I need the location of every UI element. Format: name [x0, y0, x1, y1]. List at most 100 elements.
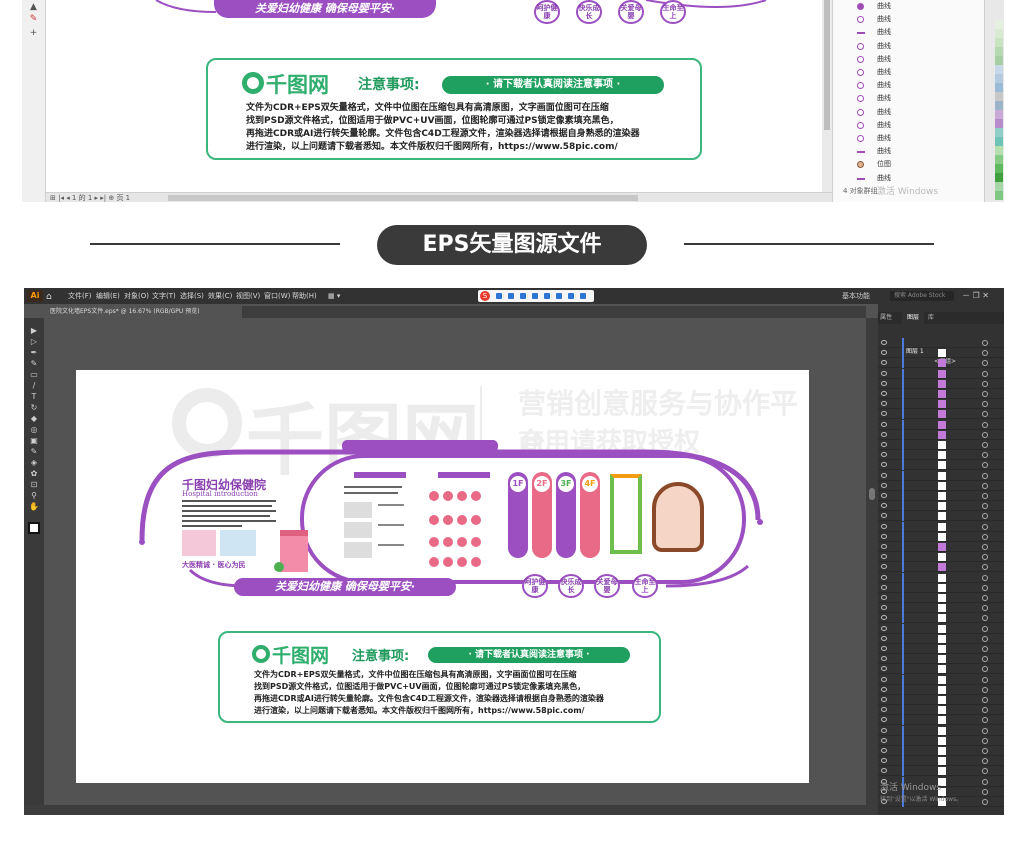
object-row[interactable]: 曲线	[857, 13, 977, 26]
visibility-eye-icon[interactable]	[881, 442, 887, 447]
ime-icon[interactable]	[496, 293, 502, 299]
workspace-switcher[interactable]: 基本功能	[842, 288, 870, 304]
target-circle-icon[interactable]	[982, 442, 988, 448]
target-circle-icon[interactable]	[982, 452, 988, 459]
menu-file[interactable]: 文件(F)	[68, 288, 92, 304]
target-circle-icon[interactable]	[982, 635, 988, 642]
color-swatch[interactable]	[995, 173, 1003, 182]
menu-effect[interactable]: 效果(C)	[208, 288, 232, 304]
target-circle-icon[interactable]	[982, 340, 988, 346]
menu-view[interactable]: 视图(V)	[236, 288, 260, 304]
color-swatch[interactable]	[995, 20, 1003, 29]
menu-object[interactable]: 对象(O)	[124, 288, 149, 304]
visibility-eye-icon[interactable]	[881, 482, 887, 488]
layer-row[interactable]	[878, 562, 1004, 573]
layer-row[interactable]	[878, 644, 1004, 654]
target-circle-icon[interactable]	[982, 360, 988, 367]
target-circle-icon[interactable]	[982, 503, 988, 510]
layer-row[interactable]	[878, 460, 1004, 471]
pick-tool-icon[interactable]: ▲	[28, 2, 39, 12]
object-row[interactable]: 曲线	[857, 66, 977, 79]
layer-row[interactable]	[878, 531, 1004, 542]
layer-row[interactable]	[878, 440, 1004, 450]
visibility-eye-icon[interactable]	[881, 605, 887, 611]
layer-row[interactable]	[878, 429, 1004, 440]
layer-row[interactable]	[878, 633, 1004, 644]
target-circle-icon[interactable]	[982, 768, 988, 775]
layer-row[interactable]	[878, 695, 1004, 705]
corel-canvas[interactable]: 关爱妇幼健康 确保母婴平安· 呵护健康 快乐成长 关爱母婴 生命至上 千图网 注…	[46, 0, 846, 192]
target-circle-icon[interactable]	[982, 533, 988, 540]
layer-row[interactable]	[878, 593, 1004, 603]
rectangle-icon[interactable]: ▭	[29, 370, 39, 380]
visibility-eye-icon[interactable]	[881, 523, 887, 529]
color-swatch[interactable]	[995, 38, 1003, 47]
target-circle-icon[interactable]	[982, 666, 988, 673]
layer-row[interactable]	[878, 572, 1004, 583]
type-icon[interactable]: T	[29, 392, 39, 402]
target-circle-icon[interactable]	[982, 391, 988, 397]
color-swatch[interactable]	[995, 101, 1003, 110]
visibility-eye-icon[interactable]	[881, 503, 887, 509]
gradient-icon[interactable]: ▣	[29, 436, 39, 446]
target-circle-icon[interactable]	[982, 574, 988, 581]
layer-row[interactable]	[878, 654, 1004, 665]
color-swatch[interactable]	[995, 29, 1003, 38]
layer-row[interactable]	[878, 603, 1004, 614]
target-circle-icon[interactable]	[982, 717, 988, 724]
target-circle-icon[interactable]	[982, 737, 988, 744]
layer-row[interactable]	[878, 480, 1004, 491]
corel-vertical-scrollbar[interactable]	[822, 0, 832, 192]
target-circle-icon[interactable]	[982, 554, 988, 561]
layer-row[interactable]	[878, 715, 1004, 726]
target-circle-icon[interactable]	[982, 431, 988, 438]
object-row[interactable]: 曲线	[857, 0, 977, 13]
tab-properties[interactable]: 属性	[880, 312, 892, 324]
visibility-eye-icon[interactable]	[881, 595, 887, 600]
menu-select[interactable]: 选择(S)	[180, 288, 204, 304]
blend-icon[interactable]: ◈	[29, 458, 39, 468]
visibility-eye-icon[interactable]	[881, 737, 887, 743]
color-swatch[interactable]	[995, 119, 1003, 128]
plus-icon[interactable]: +	[28, 28, 39, 38]
selection-icon[interactable]: ▶	[29, 326, 39, 336]
layer-row[interactable]	[878, 725, 1004, 736]
layer-row[interactable]	[878, 684, 1004, 695]
target-circle-icon[interactable]	[982, 686, 988, 693]
visibility-eye-icon[interactable]	[881, 625, 887, 631]
target-circle-icon[interactable]	[982, 697, 988, 703]
layer-row[interactable]	[878, 623, 1004, 634]
target-circle-icon[interactable]	[982, 523, 988, 530]
color-swatch[interactable]	[995, 92, 1003, 101]
visibility-eye-icon[interactable]	[881, 462, 887, 468]
target-circle-icon[interactable]	[982, 605, 988, 612]
object-row[interactable]: 曲线	[857, 26, 977, 39]
target-circle-icon[interactable]	[982, 788, 988, 795]
layer-row[interactable]	[878, 358, 1004, 369]
target-circle-icon[interactable]	[982, 584, 988, 591]
visibility-eye-icon[interactable]	[881, 472, 887, 478]
ime-icon[interactable]	[508, 293, 514, 299]
visibility-eye-icon[interactable]	[881, 493, 887, 498]
target-circle-icon[interactable]	[982, 625, 988, 632]
target-circle-icon[interactable]	[982, 472, 988, 479]
layer-row[interactable]	[878, 368, 1004, 379]
color-swatch[interactable]	[995, 74, 1003, 83]
visibility-eye-icon[interactable]	[881, 452, 887, 458]
visibility-eye-icon[interactable]	[881, 584, 887, 590]
visibility-eye-icon[interactable]	[881, 574, 887, 580]
scroll-thumb[interactable]	[824, 0, 830, 130]
target-circle-icon[interactable]	[982, 421, 988, 428]
layer-row[interactable]	[878, 450, 1004, 461]
eyedropper-icon[interactable]: ✎	[29, 447, 39, 457]
color-swatch[interactable]	[995, 182, 1003, 191]
color-swatch[interactable]	[995, 164, 1003, 173]
layer-row[interactable]	[878, 766, 1004, 777]
target-circle-icon[interactable]	[982, 778, 988, 785]
visibility-eye-icon[interactable]	[881, 635, 887, 641]
visibility-eye-icon[interactable]	[881, 758, 887, 764]
menu-window[interactable]: 窗口(W)	[264, 288, 290, 304]
target-circle-icon[interactable]	[982, 370, 988, 377]
direct-select-icon[interactable]: ▷	[29, 337, 39, 347]
tab-libraries[interactable]: 库	[928, 312, 934, 324]
